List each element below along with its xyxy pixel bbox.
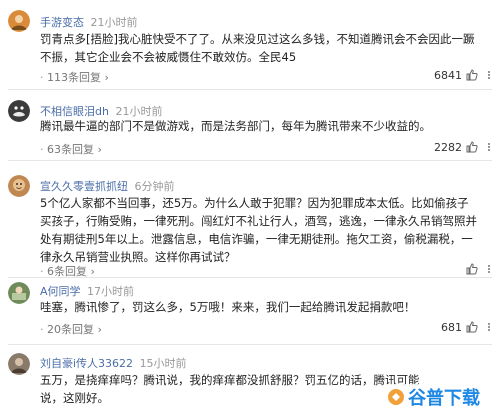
watermark-logo: 谷普下载 — [384, 380, 494, 414]
username-text[interactable]: 宣久久零壹抓抓纽 — [40, 180, 128, 193]
comment-item: 不相信眼泪dh 21小时前 腾讯最牛逼的部门不是做游戏，而是法务部门，每年为腾讯… — [0, 90, 500, 156]
username-text[interactable]: 手游变态 — [40, 16, 84, 29]
username[interactable]: A何同学 17小时前 — [40, 283, 134, 299]
like-count: 6841 — [434, 69, 462, 82]
more-dots-icon[interactable] — [484, 322, 494, 332]
comment-time: 15小时前 — [139, 357, 187, 370]
comment-text: 哇塞，腾讯惨了，罚这么多，5万哦！来来，我们一起给腾讯发起捐款吧！ — [40, 300, 416, 314]
replies-text[interactable]: 113条回复 — [47, 71, 101, 84]
chevron-right-icon: › — [97, 323, 102, 336]
comment-item: 手游变态 21小时前 罚青点多[捂脸]我心脏快受不了了。从来没见过这么多钱，不知… — [0, 0, 500, 88]
thumbs-up-icon[interactable] — [466, 263, 478, 275]
comment-item: 宣久久零壹抓抓纽 6分钟前 5个亿人家都不当回事，还5万。为什么人敢于犯罪？因为… — [0, 163, 500, 278]
like-count: 681 — [441, 321, 462, 334]
username[interactable]: 宣久久零壹抓抓纽 6分钟前 — [40, 178, 175, 194]
thumbs-up-icon[interactable] — [466, 141, 478, 153]
replies-text[interactable]: 63条回复 — [47, 143, 94, 156]
more-dots-icon[interactable] — [484, 142, 494, 152]
reply-count-link[interactable]: · 113条回复 › — [40, 69, 109, 85]
comment-time: 6分钟前 — [134, 180, 175, 193]
username[interactable]: 手游变态 21小时前 — [40, 14, 138, 30]
username-text[interactable]: 刘自豪i传人33622 — [40, 357, 133, 370]
comment-time: 17小时前 — [87, 285, 135, 298]
chevron-right-icon: › — [97, 143, 102, 156]
divider — [8, 160, 492, 161]
more-dots-icon[interactable] — [484, 264, 494, 274]
thumbs-up-icon[interactable] — [466, 69, 478, 81]
divider — [8, 344, 492, 345]
reply-count-link[interactable]: · 20条回复 › — [40, 321, 102, 337]
chevron-right-icon: › — [104, 71, 109, 84]
more-dots-icon[interactable] — [484, 70, 494, 80]
comment-text: 5个亿人家都不当回事，还5万。为什么人敢于犯罪？因为犯罪成本太低。比如偷孩子买孩… — [40, 196, 477, 264]
avatar[interactable] — [8, 100, 30, 122]
replies-separator: · — [40, 71, 44, 84]
reply-count-link[interactable]: · 63条回复 › — [40, 141, 102, 157]
avatar[interactable] — [8, 353, 30, 375]
comment-time: 21小时前 — [90, 16, 138, 29]
svg-text:谷普下载: 谷普下载 — [408, 387, 480, 409]
replies-separator: · — [40, 143, 44, 156]
comment-item: A何同学 17小时前 哇塞，腾讯惨了，罚这么多，5万哦！来来，我们一起给腾讯发起… — [0, 279, 500, 343]
thumbs-up-icon[interactable] — [466, 321, 478, 333]
comment-text: 五万，是挠痒痒吗？腾讯说，我的痒痒都没抓舒服？罚五亿的话，腾讯可能说，这刚好。 — [40, 373, 420, 405]
avatar[interactable] — [8, 10, 30, 32]
comment-text: 罚青点多[捂脸]我心脏快受不了了。从来没见过这么多钱，不知道腾讯会不会因此一蹶不… — [40, 32, 475, 64]
avatar[interactable] — [8, 175, 30, 197]
avatar[interactable] — [8, 282, 30, 304]
username-text[interactable]: A何同学 — [40, 285, 81, 298]
replies-text[interactable]: 20条回复 — [47, 323, 94, 336]
comment-text: 腾讯最牛逼的部门不是做游戏，而是法务部门，每年为腾讯带来不少收益的。 — [40, 119, 431, 133]
divider — [8, 277, 492, 278]
username[interactable]: 刘自豪i传人33622 15小时前 — [40, 355, 187, 371]
replies-separator: · — [40, 323, 44, 336]
like-count: 2282 — [434, 141, 462, 154]
